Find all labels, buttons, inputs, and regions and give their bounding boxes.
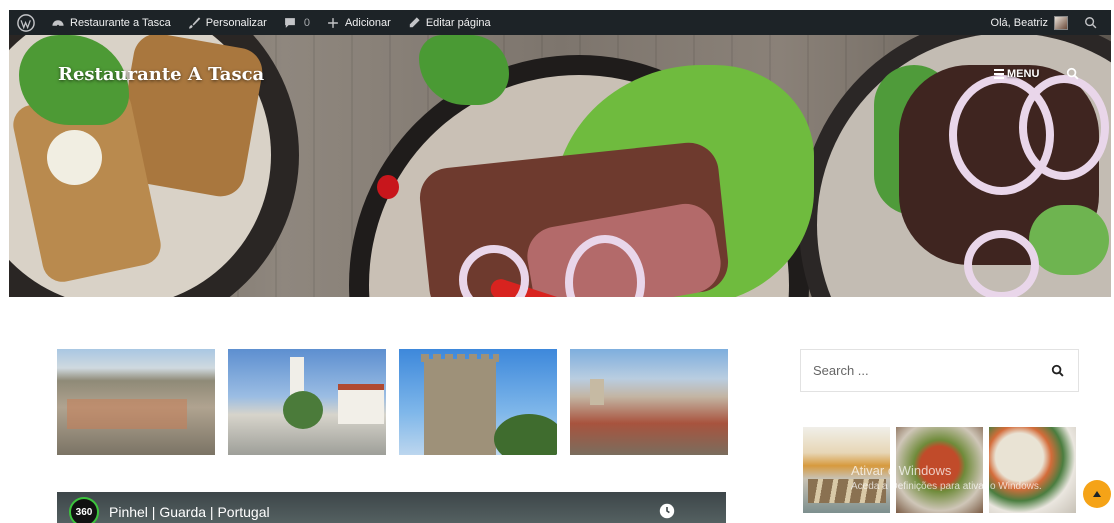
gallery-image-castle-tower[interactable] [399, 349, 557, 455]
admin-bar-add-new[interactable]: Adicionar [318, 10, 399, 35]
admin-bar-customize[interactable]: Personalizar [179, 10, 275, 35]
sidebar-thumb-stew[interactable] [896, 427, 983, 513]
search-input[interactable] [801, 350, 1038, 391]
gallery-image-rooftops[interactable] [570, 349, 728, 455]
wordpress-logo-icon[interactable] [9, 10, 43, 35]
brush-icon [188, 16, 201, 29]
photo-gallery [57, 349, 728, 455]
sidebar-thumb-sardines[interactable] [803, 427, 890, 513]
sidebar-food-gallery [803, 427, 1076, 513]
avatar [1054, 15, 1068, 30]
dashboard-icon [52, 19, 64, 27]
admin-bar-site-name[interactable]: Restaurante a Tasca [43, 10, 179, 35]
video-title[interactable]: Pinhel | Guarda | Portugal [109, 504, 270, 520]
edit-page-label: Editar página [425, 16, 491, 29]
hamburger-icon [994, 67, 1004, 81]
chevron-up-icon [1093, 491, 1101, 497]
search-icon [1051, 364, 1064, 377]
gallery-image-town-aerial[interactable] [57, 349, 215, 455]
share-icon[interactable] [733, 503, 751, 519]
food-onion-ring [964, 230, 1039, 297]
admin-bar-edit-page[interactable]: Editar página [399, 10, 499, 35]
sidebar-search [800, 349, 1079, 392]
menu-label: MENU [1007, 68, 1040, 80]
admin-bar: Restaurante a Tasca Personalizar 0 Adici… [9, 10, 1111, 35]
customize-label: Personalizar [205, 16, 267, 29]
admin-bar-account[interactable]: Olá, Beatriz [983, 10, 1076, 35]
food-onion-ring [1019, 75, 1109, 180]
food-greens [1029, 205, 1109, 275]
food-tomato [377, 175, 399, 199]
comment-icon [284, 17, 295, 28]
search-submit-button[interactable] [1038, 350, 1078, 391]
search-icon[interactable] [1066, 67, 1080, 81]
scroll-to-top-button[interactable] [1083, 480, 1111, 508]
site-title[interactable]: Restaurante A Tasca [58, 64, 264, 85]
pencil-icon [409, 16, 420, 27]
comments-count: 0 [303, 16, 310, 29]
sidebar-thumb-salad[interactable] [989, 427, 1076, 513]
gallery-image-town-square[interactable] [228, 349, 386, 455]
clock-icon[interactable] [659, 503, 675, 519]
greeting-label: Olá, Beatriz [990, 16, 1048, 29]
video-embed[interactable]: 360 Pinhel | Guarda | Portugal [57, 492, 751, 523]
menu-button[interactable]: MENU [994, 67, 1039, 81]
admin-bar-search-icon[interactable] [1076, 10, 1111, 35]
admin-bar-comments[interactable]: 0 [275, 10, 318, 35]
video-360-badge: 360 [69, 497, 99, 523]
add-new-label: Adicionar [344, 16, 391, 29]
plus-icon [328, 17, 338, 28]
site-name-label: Restaurante a Tasca [70, 16, 171, 29]
food-onion [47, 130, 102, 185]
